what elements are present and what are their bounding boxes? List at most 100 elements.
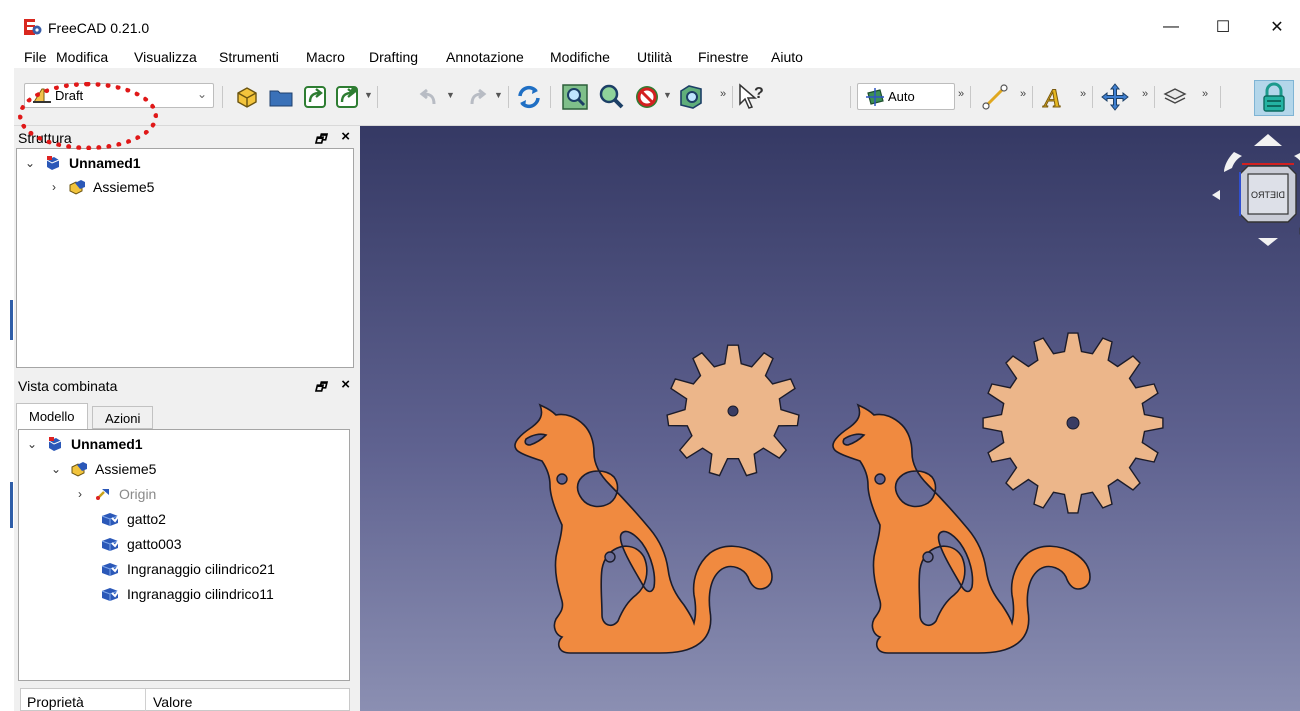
refresh-icon bbox=[518, 85, 540, 109]
menu-aiuto[interactable]: Aiuto bbox=[771, 49, 803, 65]
redo-button[interactable] bbox=[462, 82, 492, 112]
tree-item-document[interactable]: ⌄ Unnamed1 bbox=[25, 433, 143, 455]
desktop-edge-mark bbox=[10, 482, 13, 528]
tree-item-document[interactable]: ⌄ Unnamed1 bbox=[23, 152, 141, 174]
3d-view[interactable]: DIETRO bbox=[360, 126, 1300, 711]
tree-item-part[interactable]: Ingranaggio cilindrico11 bbox=[95, 583, 274, 605]
part-icon bbox=[101, 510, 121, 528]
new-part-icon bbox=[237, 87, 257, 108]
lock-button[interactable] bbox=[1254, 80, 1294, 116]
tree-item-part[interactable]: gatto2 bbox=[95, 508, 166, 530]
chevron-down-icon[interactable]: ⌄ bbox=[25, 437, 39, 451]
menu-annotazione[interactable]: Annotazione bbox=[446, 49, 524, 65]
fit-selection-button[interactable] bbox=[596, 82, 626, 112]
menu-modifica[interactable]: Modifica bbox=[56, 49, 108, 65]
fit-all-button[interactable] bbox=[560, 82, 590, 112]
snap-mode-label: Auto bbox=[888, 89, 915, 104]
nav-left-arrow-icon[interactable] bbox=[1212, 190, 1220, 200]
tree-item-label: Unnamed1 bbox=[71, 436, 143, 452]
tree-item-part[interactable]: gatto003 bbox=[95, 533, 182, 555]
tab-azioni[interactable]: Azioni bbox=[92, 406, 154, 429]
desktop-edge bbox=[0, 0, 14, 711]
menu-finestre[interactable]: Finestre bbox=[698, 49, 749, 65]
3d-scene: DIETRO bbox=[514, 134, 1300, 654]
toolbar-separator bbox=[850, 86, 851, 108]
toolbar-overflow[interactable]: » bbox=[1020, 88, 1026, 100]
navigation-cube[interactable]: DIETRO bbox=[1212, 134, 1300, 246]
toolbar: Draft ⌄ ▼ ▼ ▼ ▼ » ? Auto » » A » » » bbox=[14, 68, 1300, 126]
menu-utilita[interactable]: Utilità bbox=[637, 49, 672, 65]
close-panel-icon[interactable]: × bbox=[341, 128, 350, 145]
toolbar-overflow[interactable]: » bbox=[720, 88, 726, 100]
minimize-button[interactable]: — bbox=[1148, 10, 1194, 44]
tree-item-assembly[interactable]: ⌄ Assieme5 bbox=[49, 458, 157, 480]
tree-item-label: gatto003 bbox=[127, 536, 182, 552]
whats-this-button[interactable]: ? bbox=[736, 82, 766, 112]
chevron-right-icon[interactable]: › bbox=[47, 180, 61, 194]
model-tree[interactable]: ⌄ Unnamed1 ⌄ Assieme5 › Origin gatto2 ga… bbox=[18, 429, 350, 681]
menu-modifiche[interactable]: Modifiche bbox=[550, 49, 610, 65]
new-part-button[interactable] bbox=[232, 82, 262, 112]
bounding-box-button[interactable] bbox=[676, 82, 706, 112]
move-button[interactable] bbox=[1100, 82, 1130, 112]
document-icon bbox=[45, 435, 65, 453]
chevron-right-icon[interactable]: › bbox=[73, 487, 87, 501]
line-button[interactable] bbox=[980, 82, 1010, 112]
tree-item-origin[interactable]: › Origin bbox=[73, 483, 156, 505]
toolbar-separator bbox=[732, 86, 733, 108]
fit-all-icon bbox=[562, 84, 588, 110]
layer-button[interactable] bbox=[1160, 82, 1190, 112]
menu-strumenti[interactable]: Strumenti bbox=[219, 49, 279, 65]
open-button[interactable] bbox=[266, 82, 296, 112]
svg-text:?: ? bbox=[754, 85, 764, 102]
text-button[interactable]: A bbox=[1040, 82, 1070, 113]
menu-macro[interactable]: Macro bbox=[306, 49, 345, 65]
gear-part-1[interactable] bbox=[666, 344, 800, 477]
nav-rotate-right-icon[interactable] bbox=[1294, 152, 1300, 172]
snap-mode-selector[interactable]: Auto bbox=[857, 83, 955, 110]
draw-style-button[interactable] bbox=[632, 82, 662, 112]
property-header: Proprietà Valore bbox=[20, 688, 350, 711]
tree-item-part[interactable]: Ingranaggio cilindrico21 bbox=[95, 558, 275, 580]
tab-modello[interactable]: Modello bbox=[16, 403, 88, 430]
undo-button[interactable] bbox=[414, 82, 444, 112]
maximize-button[interactable]: ☐ bbox=[1200, 10, 1246, 44]
chevron-down-icon[interactable]: ▼ bbox=[663, 90, 672, 100]
toolbar-separator bbox=[1092, 86, 1093, 108]
toolbar-separator bbox=[377, 86, 378, 108]
bounding-box-icon bbox=[680, 85, 702, 109]
gear-part-2[interactable] bbox=[982, 332, 1164, 514]
chevron-down-icon[interactable]: ▼ bbox=[364, 90, 373, 100]
toolbar-separator bbox=[508, 86, 509, 108]
export-button[interactable] bbox=[300, 82, 330, 112]
toolbar-overflow[interactable]: » bbox=[958, 88, 964, 100]
toolbar-overflow[interactable]: » bbox=[1142, 88, 1148, 100]
toolbar-overflow[interactable]: » bbox=[1080, 88, 1086, 100]
chevron-down-icon[interactable]: ⌄ bbox=[49, 462, 63, 476]
menu-visualizza[interactable]: Visualizza bbox=[134, 49, 197, 65]
close-panel-icon[interactable]: × bbox=[341, 376, 350, 393]
toolbar-overflow[interactable]: » bbox=[1202, 88, 1208, 100]
text-icon: A bbox=[1042, 84, 1062, 113]
chevron-down-icon[interactable]: ▼ bbox=[446, 90, 455, 100]
working-plane-icon bbox=[866, 88, 884, 106]
close-button[interactable]: ✕ bbox=[1254, 10, 1300, 44]
title-bar: FreeCAD 0.21.0 — ☐ ✕ bbox=[14, 10, 1300, 44]
refresh-button[interactable] bbox=[514, 82, 544, 112]
float-panel-icon[interactable]: 🗗 bbox=[315, 378, 326, 399]
menu-file[interactable]: File bbox=[24, 49, 47, 65]
tree-item-assembly[interactable]: › Assieme5 bbox=[47, 176, 154, 198]
nav-down-arrow-icon[interactable] bbox=[1258, 238, 1278, 246]
freecad-logo-icon bbox=[24, 19, 42, 35]
chevron-down-icon[interactable]: ⌄ bbox=[23, 156, 37, 170]
chevron-down-icon[interactable]: ▼ bbox=[494, 90, 503, 100]
export-as-button[interactable] bbox=[332, 82, 362, 112]
structure-tree[interactable]: ⌄ Unnamed1 › Assieme5 bbox=[16, 148, 354, 368]
assembly-icon bbox=[69, 460, 89, 478]
column-divider[interactable] bbox=[145, 689, 146, 711]
menu-drafting[interactable]: Drafting bbox=[369, 49, 418, 65]
toolbar-separator bbox=[1032, 86, 1033, 108]
nav-rotate-left-icon[interactable] bbox=[1224, 152, 1242, 172]
chevron-down-icon: ⌄ bbox=[196, 87, 207, 101]
nav-rotate-up-icon[interactable] bbox=[1254, 134, 1282, 146]
